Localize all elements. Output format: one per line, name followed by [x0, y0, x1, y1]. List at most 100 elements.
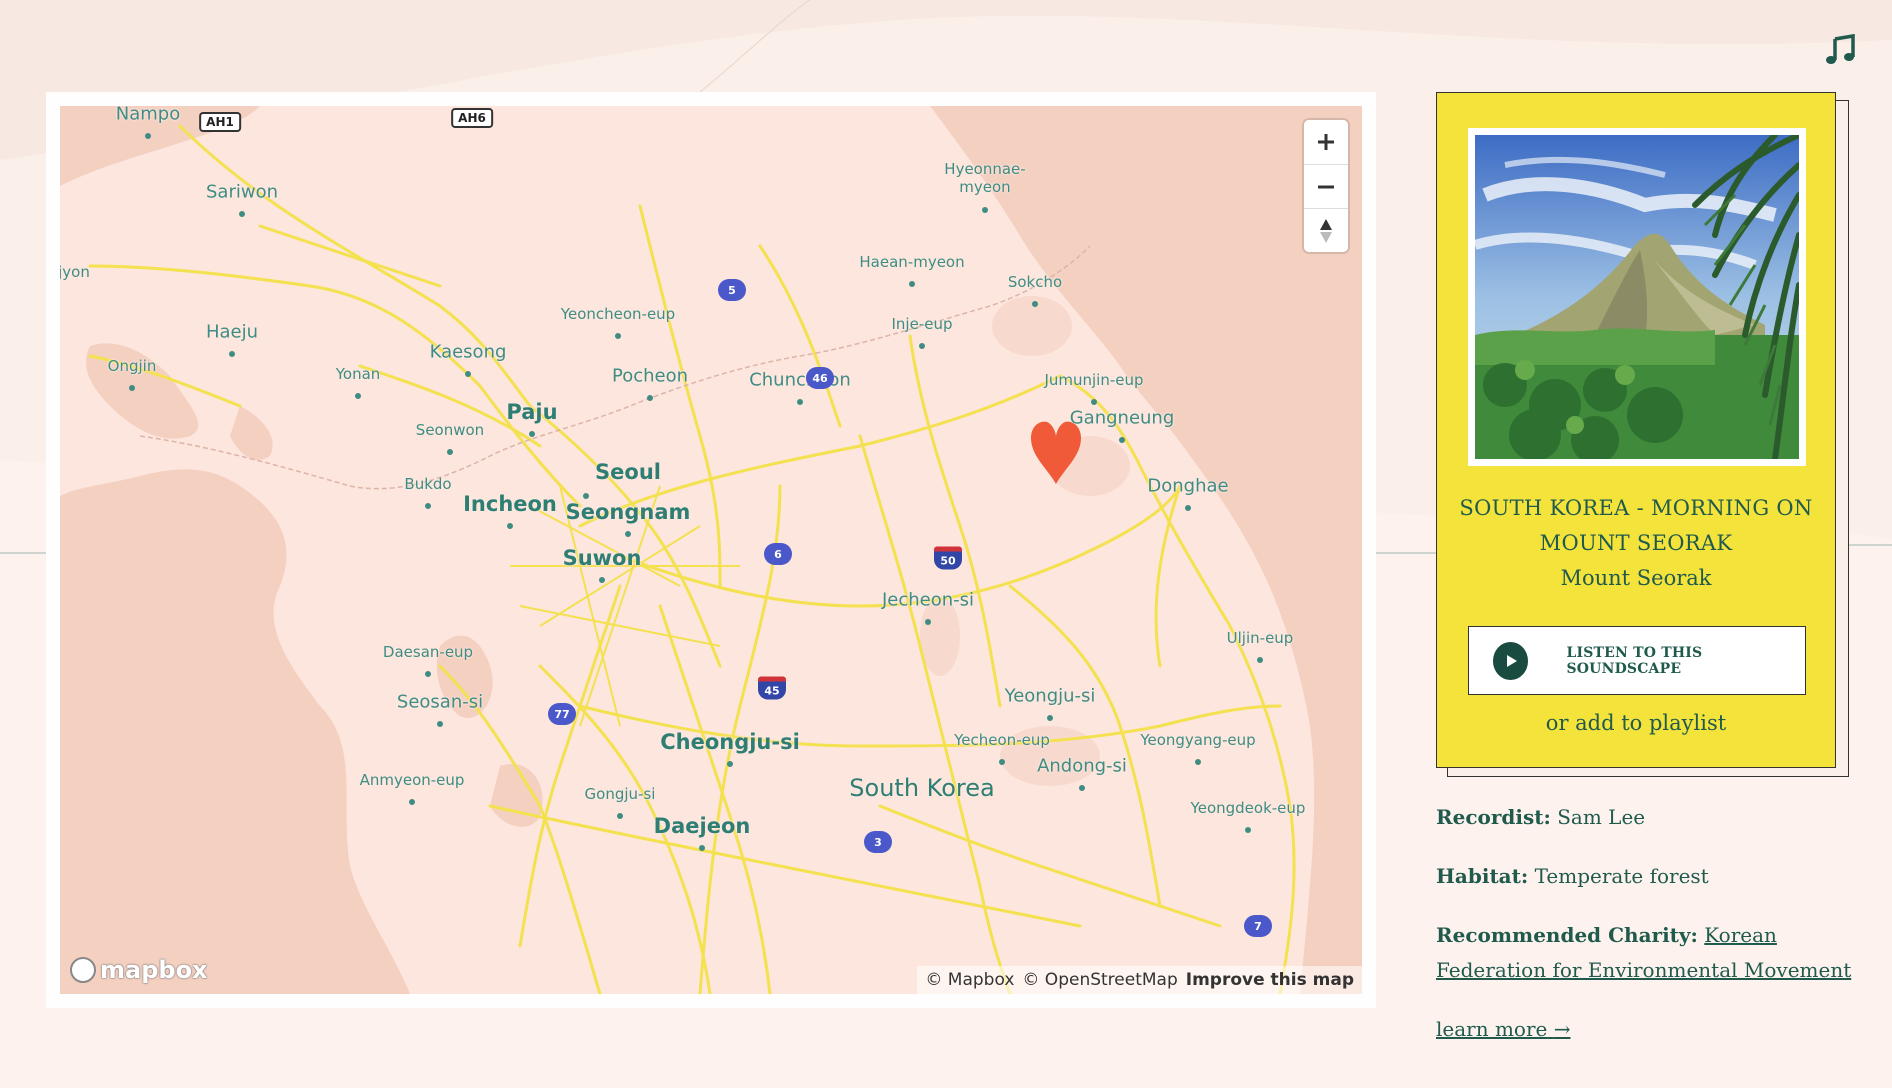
city-dot: [355, 393, 361, 399]
add-to-playlist-link[interactable]: or add to playlist: [1437, 711, 1835, 735]
map-label: Daesan-eup: [382, 643, 474, 661]
city-dot: [465, 371, 471, 377]
city-dot: [447, 449, 453, 455]
city-dot: [647, 395, 653, 401]
city-dot: [625, 531, 631, 537]
city-dot: [999, 759, 1005, 765]
map-label: Seosan-si: [396, 691, 484, 713]
city-dot: [615, 333, 621, 339]
zoom-out-button[interactable]: [1304, 164, 1348, 208]
soundscape-title: SOUTH KOREA - MORNING ON MOUNT SEORAK: [1459, 496, 1813, 555]
city-dot: [727, 761, 733, 767]
recordist-row: Recordist: Sam Lee: [1436, 800, 1856, 835]
city-dot: [145, 133, 151, 139]
city-dot: [1119, 437, 1125, 443]
location-marker[interactable]: [1027, 416, 1085, 484]
map-label: Seoul: [595, 460, 661, 484]
city-dot: [617, 813, 623, 819]
map-frame: Nampo Sariwon Haeju Ongjin Yonan Kaesong Yeonc…: [46, 92, 1376, 1008]
map-label: Yecheon-eup: [954, 731, 1050, 749]
minus-icon: [1318, 185, 1334, 188]
map-label: Paju: [506, 400, 558, 424]
map-label: Yeongyang-eup: [1140, 731, 1256, 749]
learn-more-link[interactable]: learn more →: [1436, 1017, 1570, 1041]
charity-label: Recommended Charity:: [1436, 923, 1698, 947]
map-label: Incheon: [463, 492, 557, 516]
improve-map-link[interactable]: Improve this map: [1186, 970, 1354, 990]
map-label: Daejeon: [653, 814, 751, 838]
map-label: Yeongdeok-eup: [1190, 799, 1306, 817]
city-dot: [1079, 785, 1085, 791]
map-label: Suwon: [562, 546, 642, 570]
city-dot: [1257, 657, 1263, 663]
heart-marker-icon: [1031, 421, 1081, 484]
map-label: Andong-si: [1037, 755, 1127, 777]
city-dot: [129, 385, 135, 391]
listen-soundscape-button[interactable]: LISTEN TO THIS SOUNDSCAPE: [1468, 626, 1806, 695]
city-dot: [409, 799, 415, 805]
map-label: Sariwon: [206, 181, 278, 203]
city-dot: [239, 211, 245, 217]
city-dot: [529, 431, 535, 437]
learn-more-row: learn more →: [1436, 1012, 1856, 1047]
compass-icon: [1320, 218, 1332, 243]
soundscape-info: Recordist: Sam Lee Habitat: Temperate fo…: [1436, 800, 1856, 1071]
map-label: Gongju-si: [584, 785, 656, 803]
mountain-painting-image: [1475, 135, 1799, 459]
map-label: Seongnam: [565, 500, 691, 524]
map-attribution: © Mapbox © OpenStreetMap Improve this ma…: [917, 966, 1362, 994]
map-label: Yonan: [335, 365, 381, 383]
listen-label: LISTEN TO THIS SOUNDSCAPE: [1566, 644, 1703, 677]
map-label: Nampo: [115, 106, 181, 125]
route-shield: 6: [764, 543, 792, 565]
map-label: Haeju: [205, 321, 259, 343]
soundscape-place: Mount Seorak: [1560, 566, 1712, 590]
soundscape-painting: [1475, 135, 1799, 459]
zoom-in-button[interactable]: [1304, 120, 1348, 164]
map-canvas[interactable]: Nampo Sariwon Haeju Ongjin Yonan Kaesong Yeonc…: [60, 106, 1362, 994]
route-shield: 46: [806, 367, 834, 389]
map-label: Sokcho: [1007, 273, 1063, 291]
city-dot: [1047, 715, 1053, 721]
soundscape-card: SOUTH KOREA - MORNING ON MOUNT SEORAK Mo…: [1436, 92, 1836, 768]
city-dot: [1185, 505, 1191, 511]
attribution-mapbox[interactable]: © Mapbox: [925, 970, 1014, 990]
map-label: Cheongju-si: [660, 730, 800, 754]
city-dot: [599, 577, 605, 583]
city-dot: [925, 619, 931, 625]
mapbox-logo[interactable]: mapbox: [70, 956, 208, 984]
route-shield: AH1: [199, 112, 241, 132]
map-zoom-controls: [1304, 120, 1348, 252]
route-shield: 50: [934, 546, 962, 570]
recordist-label: Recordist:: [1436, 805, 1551, 829]
city-dot: [583, 493, 589, 499]
reset-bearing-button[interactable]: [1304, 208, 1348, 252]
map-label: Kaesong: [429, 341, 507, 363]
route-shield: 7: [1244, 915, 1272, 937]
route-shield: AH6: [451, 108, 493, 128]
city-dot: [797, 399, 803, 405]
city-dot: [982, 207, 988, 213]
route-shield: 3: [864, 831, 892, 853]
attribution-osm[interactable]: © OpenStreetMap: [1022, 970, 1177, 990]
recordist-value: Sam Lee: [1557, 805, 1646, 829]
map-label: Chuncheon: [749, 369, 851, 391]
learn-more-label: learn more: [1436, 1017, 1548, 1041]
map-label: Donghae: [1147, 475, 1229, 497]
charity-row: Recommended Charity: Korean Federation f…: [1436, 918, 1856, 988]
map-label: Anmyeon-eup: [359, 771, 465, 789]
route-shield: 5: [718, 279, 746, 301]
map-label: Haean-myeon: [859, 253, 965, 271]
music-toggle-button[interactable]: [1822, 32, 1858, 68]
route-shield: 77: [548, 703, 576, 725]
city-dot: [437, 721, 443, 727]
map-terrain: [60, 106, 1315, 994]
map-label: Bukdo: [404, 475, 452, 493]
map-label: Hyeonnae- myeon: [944, 160, 1026, 196]
city-dot: [1091, 399, 1097, 405]
map-label: Gangneung: [1069, 407, 1175, 429]
map-label: Uljin-eup: [1226, 629, 1294, 647]
plus-icon: [1318, 134, 1334, 150]
map-label: Yeongju-si: [1004, 685, 1096, 707]
map-label: Seonwon: [415, 421, 485, 439]
